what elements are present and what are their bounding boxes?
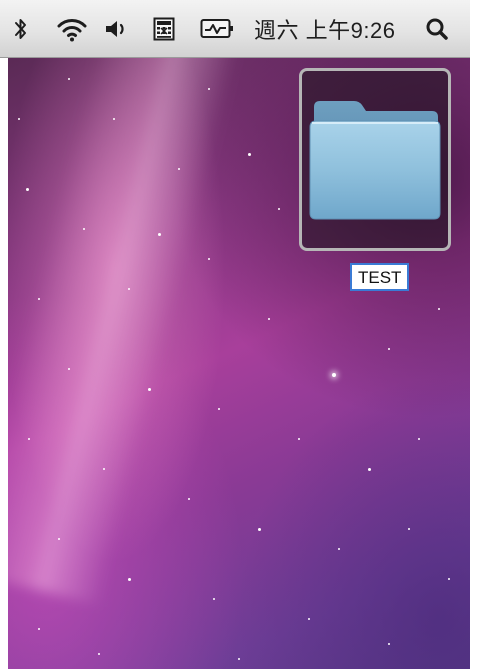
- star: [98, 653, 100, 655]
- activity-monitor-icon[interactable]: [197, 0, 237, 58]
- star: [158, 233, 161, 236]
- star: [368, 468, 371, 471]
- folder-selection-box[interactable]: [299, 68, 451, 251]
- star: [26, 188, 29, 191]
- star: [278, 208, 280, 210]
- star: [338, 548, 340, 550]
- star: [28, 438, 30, 440]
- star: [308, 618, 310, 620]
- screen: 週六 上午9:26 TEST: [0, 0, 477, 669]
- star: [128, 578, 131, 581]
- star: [268, 318, 270, 320]
- star: [298, 438, 300, 440]
- star: [208, 88, 210, 90]
- desktop-background[interactable]: TEST: [8, 58, 470, 669]
- star: [218, 408, 220, 410]
- star: [213, 598, 215, 600]
- star: [18, 118, 20, 120]
- star: [113, 118, 115, 120]
- folder-icon[interactable]: [308, 93, 443, 223]
- star: [388, 348, 390, 350]
- star: [68, 368, 70, 370]
- star: [178, 168, 180, 170]
- star: [188, 498, 190, 500]
- star: [68, 78, 70, 80]
- star: [408, 528, 410, 530]
- star: [38, 298, 40, 300]
- star: [418, 438, 420, 440]
- star: [38, 628, 40, 630]
- star: [58, 538, 60, 540]
- spotlight-search-icon[interactable]: [420, 0, 454, 58]
- star: [83, 228, 85, 230]
- star: [248, 153, 251, 156]
- folder-name-label[interactable]: TEST: [350, 263, 410, 291]
- star: [332, 373, 336, 377]
- bluetooth-icon[interactable]: [10, 0, 32, 58]
- star: [238, 658, 240, 660]
- nebula-streak: [8, 58, 251, 606]
- menu-bar: 週六 上午9:26: [0, 0, 470, 58]
- star: [148, 388, 151, 391]
- star: [258, 528, 261, 531]
- volume-icon[interactable]: [102, 0, 132, 58]
- menubar-clock[interactable]: 週六 上午9:26: [254, 0, 395, 58]
- star: [438, 308, 440, 310]
- keyboard-input-icon[interactable]: [150, 0, 178, 58]
- star: [388, 643, 390, 645]
- star: [448, 578, 450, 580]
- star: [103, 468, 105, 470]
- star: [128, 288, 130, 290]
- star: [208, 258, 210, 260]
- wifi-icon[interactable]: [52, 0, 92, 58]
